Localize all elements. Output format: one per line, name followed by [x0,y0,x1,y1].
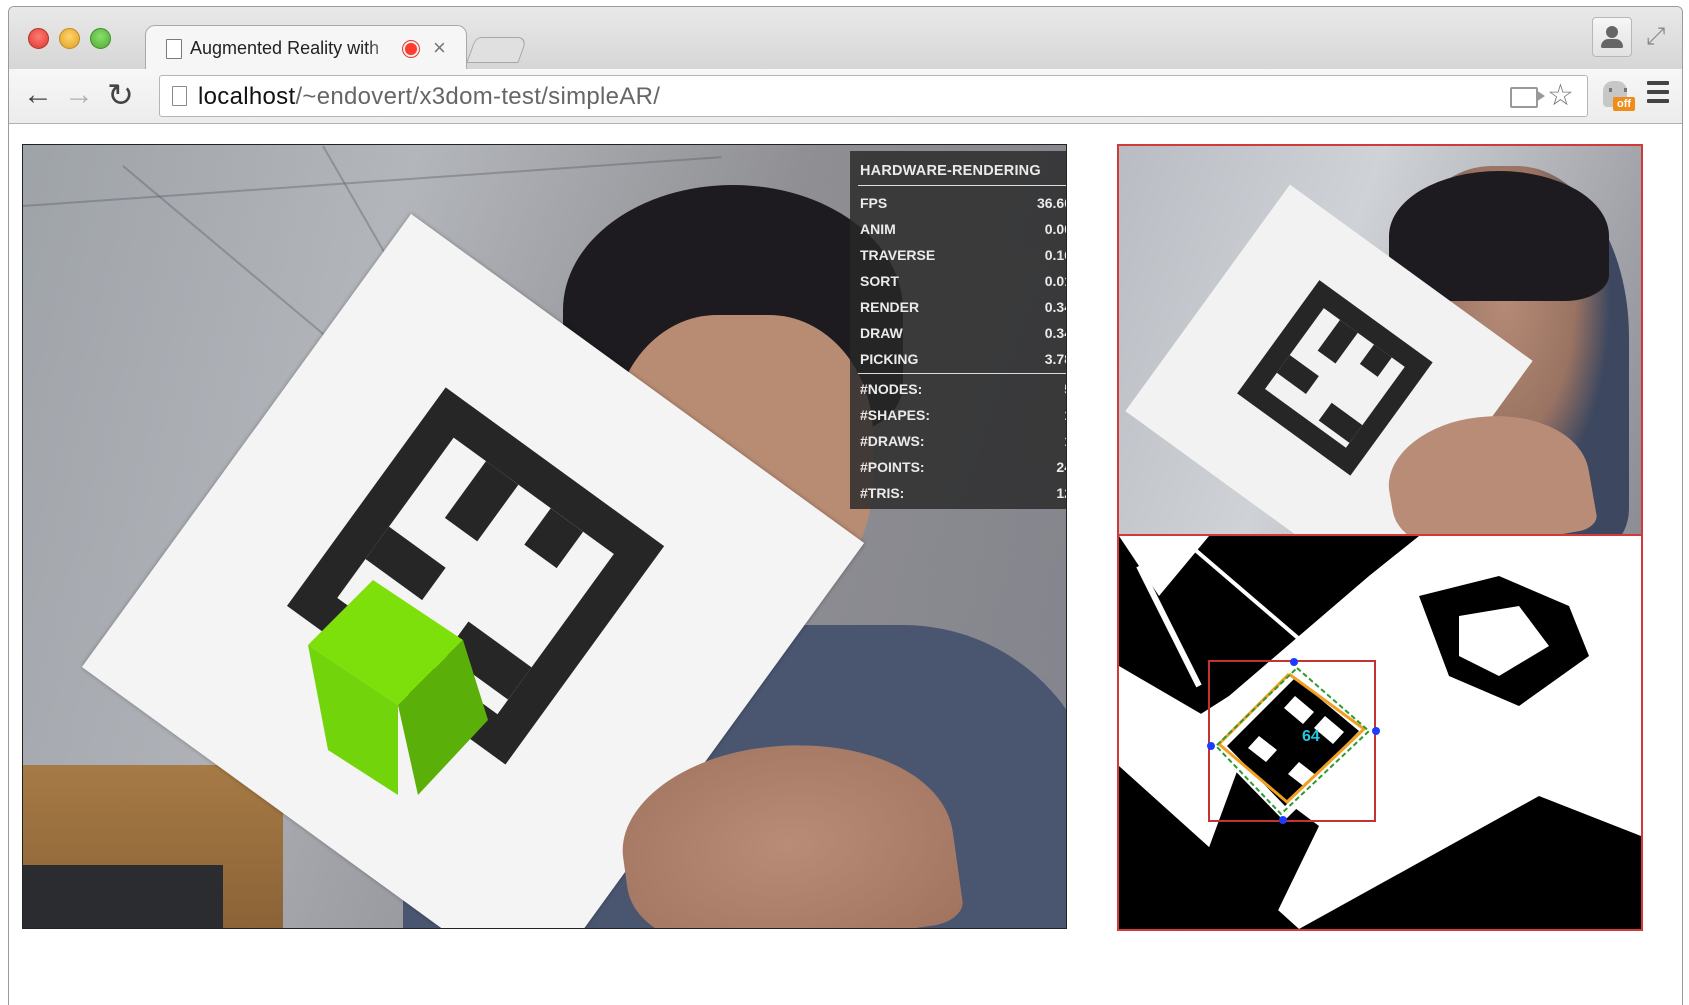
stats-header: HARDWARE-RENDERING [860,163,1041,179]
marker-id-label: 64 [1302,728,1320,745]
threshold-streak [1177,536,1321,658]
threshold-region [1119,536,1209,596]
marker-corner [1207,742,1215,750]
ar-marker [1237,280,1433,476]
page-content: HARDWARE-RENDERING FPS 36.60 ANIM 0.00 T… [9,124,1682,1005]
stat-row-nodes: #NODES: 5 [860,381,1066,397]
stat-row-fps: FPS 36.60 [860,195,1066,211]
marker-corner [1372,727,1380,735]
threshold-image: 64 [1119,536,1641,929]
url-host: localhost [198,83,296,110]
stat-row-anim: ANIM 0.00 [860,221,1066,237]
browser-window: Augmented Reality with × ⤢ ← → ↻ localho… [8,6,1683,1005]
window-close-button[interactable] [28,28,49,49]
tab-strip: Augmented Reality with × ⤢ [9,7,1682,70]
new-tab-button[interactable] [466,37,528,63]
toolbar: ← → ↻ localhost/~endovert/x3dom-test/sim… [9,69,1682,124]
tab-augmented-reality[interactable]: Augmented Reality with × [145,25,467,70]
stat-row-picking: PICKING 3.78 [860,351,1066,367]
forward-button[interactable]: → [64,77,94,113]
window-minimize-button[interactable] [59,28,80,49]
url-text[interactable]: localhost/~endovert/x3dom-test/simpleAR/ [198,83,660,111]
stat-row-points: #POINTS: 24 [860,459,1066,475]
back-button[interactable]: ← [23,77,53,113]
marker-corner [1290,658,1298,666]
page-icon [172,86,187,106]
render-stats-overlay: HARDWARE-RENDERING FPS 36.60 ANIM 0.00 T… [850,151,1066,509]
reload-button[interactable]: ↻ [107,77,134,113]
profile-button[interactable] [1592,17,1632,57]
threshold-debug-panel: 64 [1117,534,1643,931]
fullscreen-icon[interactable]: ⤢ [1646,23,1665,51]
camera-feed-panel [1117,144,1643,536]
stat-row-tris: #TRIS: 12 [860,485,1066,501]
menu-icon[interactable] [1647,81,1669,108]
recording-icon [402,40,420,58]
bookmark-star-icon[interactable]: ☆ [1547,78,1574,113]
address-bar[interactable]: localhost/~endovert/x3dom-test/simpleAR/… [159,75,1588,117]
stat-row-render: RENDER 0.34 [860,299,1066,315]
stat-row-shapes: #SHAPES: 1 [860,407,1066,423]
stat-row-traverse: TRAVERSE 0.16 [860,247,1066,263]
page-icon [166,39,182,59]
person-icon [1606,26,1618,38]
extension-badge: off [1613,97,1635,111]
stat-row-draw: DRAW 0.34 [860,325,1066,341]
background-cabinet [23,865,223,928]
url-path: /~endovert/x3dom-test/simpleAR/ [295,83,661,110]
ar-canvas[interactable]: HARDWARE-RENDERING FPS 36.60 ANIM 0.00 T… [22,144,1067,929]
stat-row-sort: SORT 0.01 [860,273,1066,289]
extension-button[interactable]: off [1601,79,1635,113]
green-cube [308,580,488,795]
marker-corner [1279,816,1287,824]
window-zoom-button[interactable] [90,28,111,49]
camera-icon[interactable] [1510,87,1545,108]
stat-row-draws: #DRAWS: 1 [860,433,1066,449]
tab-close-icon[interactable]: × [433,35,446,61]
